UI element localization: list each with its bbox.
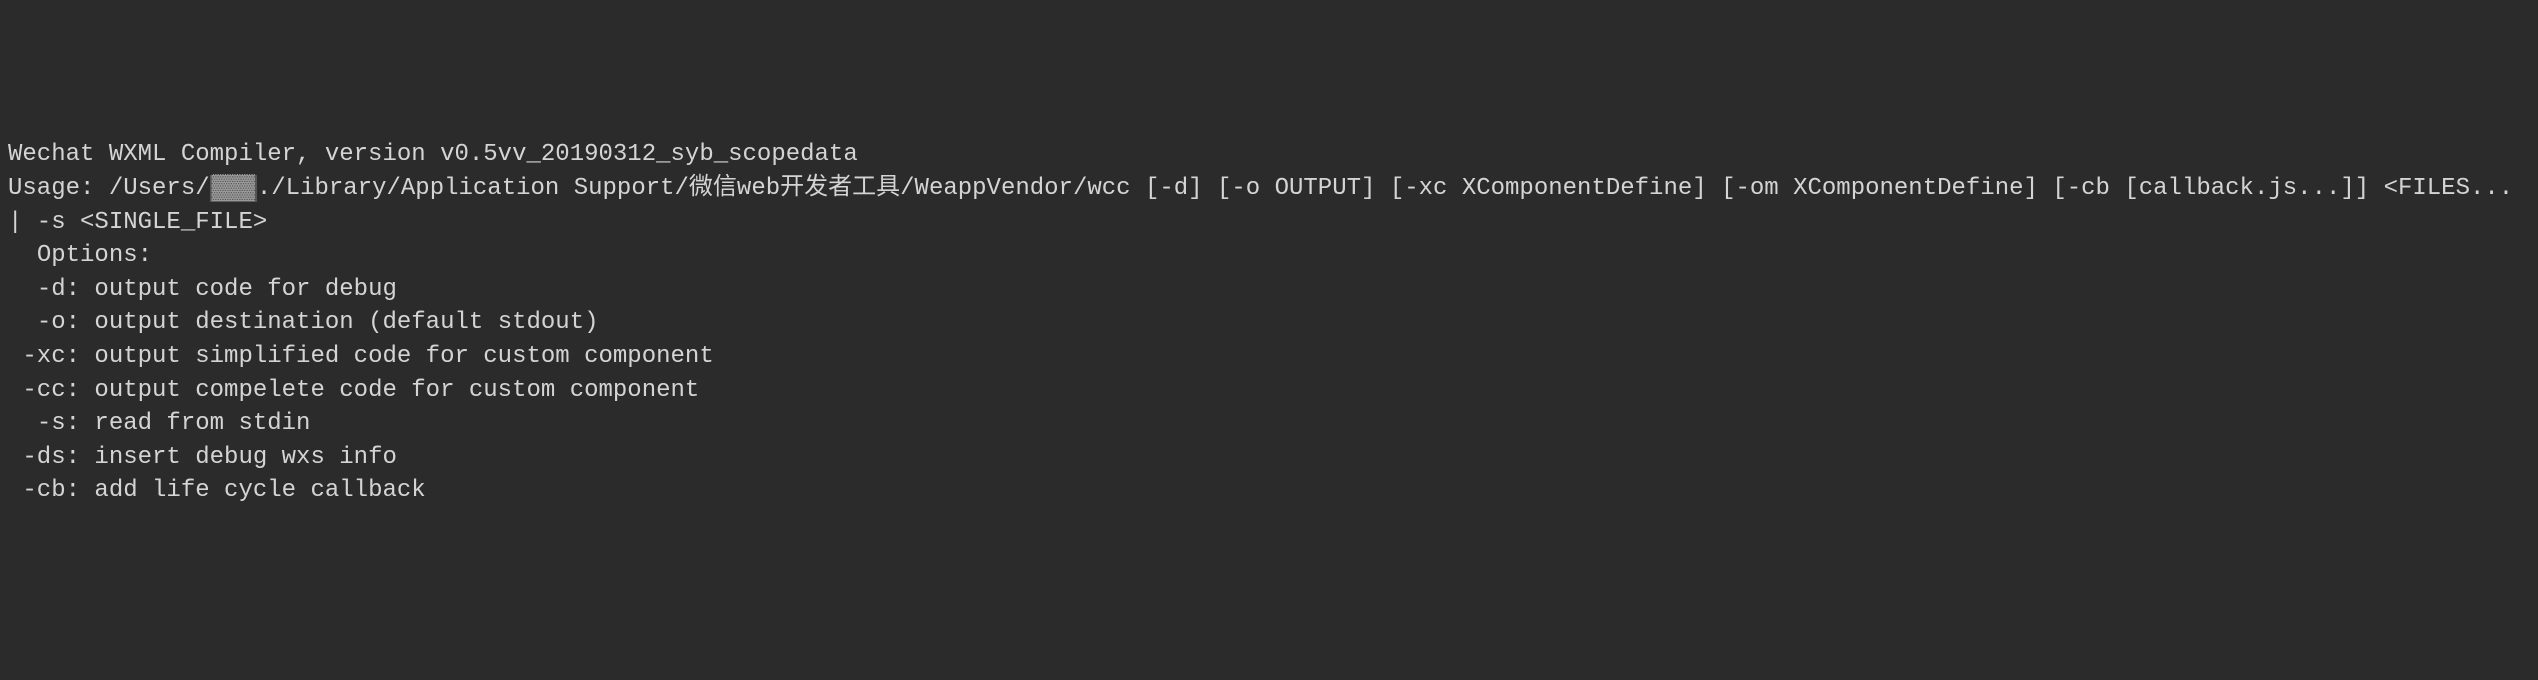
usage-prefix: Usage: /Users/ [8,175,210,202]
option-ds: -ds: insert debug wxs info [8,441,2530,475]
usage-line: Usage: /Users/▓▓▓./Library/Application S… [8,172,2530,239]
usage-suffix: ./Library/Application Support/微信web开发者工具… [8,175,2528,236]
option-cc: -cc: output compelete code for custom co… [8,374,2530,408]
option-d: -d: output code for debug [8,273,2530,307]
redacted-username: ▓▓▓ [210,175,257,202]
options-header: Options: [8,239,2530,273]
terminal-output: Wechat WXML Compiler, version v0.5vv_201… [8,138,2530,508]
option-cb: -cb: add life cycle callback [8,474,2530,508]
option-s: -s: read from stdin [8,407,2530,441]
compiler-title-line: Wechat WXML Compiler, version v0.5vv_201… [8,138,2530,172]
option-xc: -xc: output simplified code for custom c… [8,340,2530,374]
option-o: -o: output destination (default stdout) [8,306,2530,340]
